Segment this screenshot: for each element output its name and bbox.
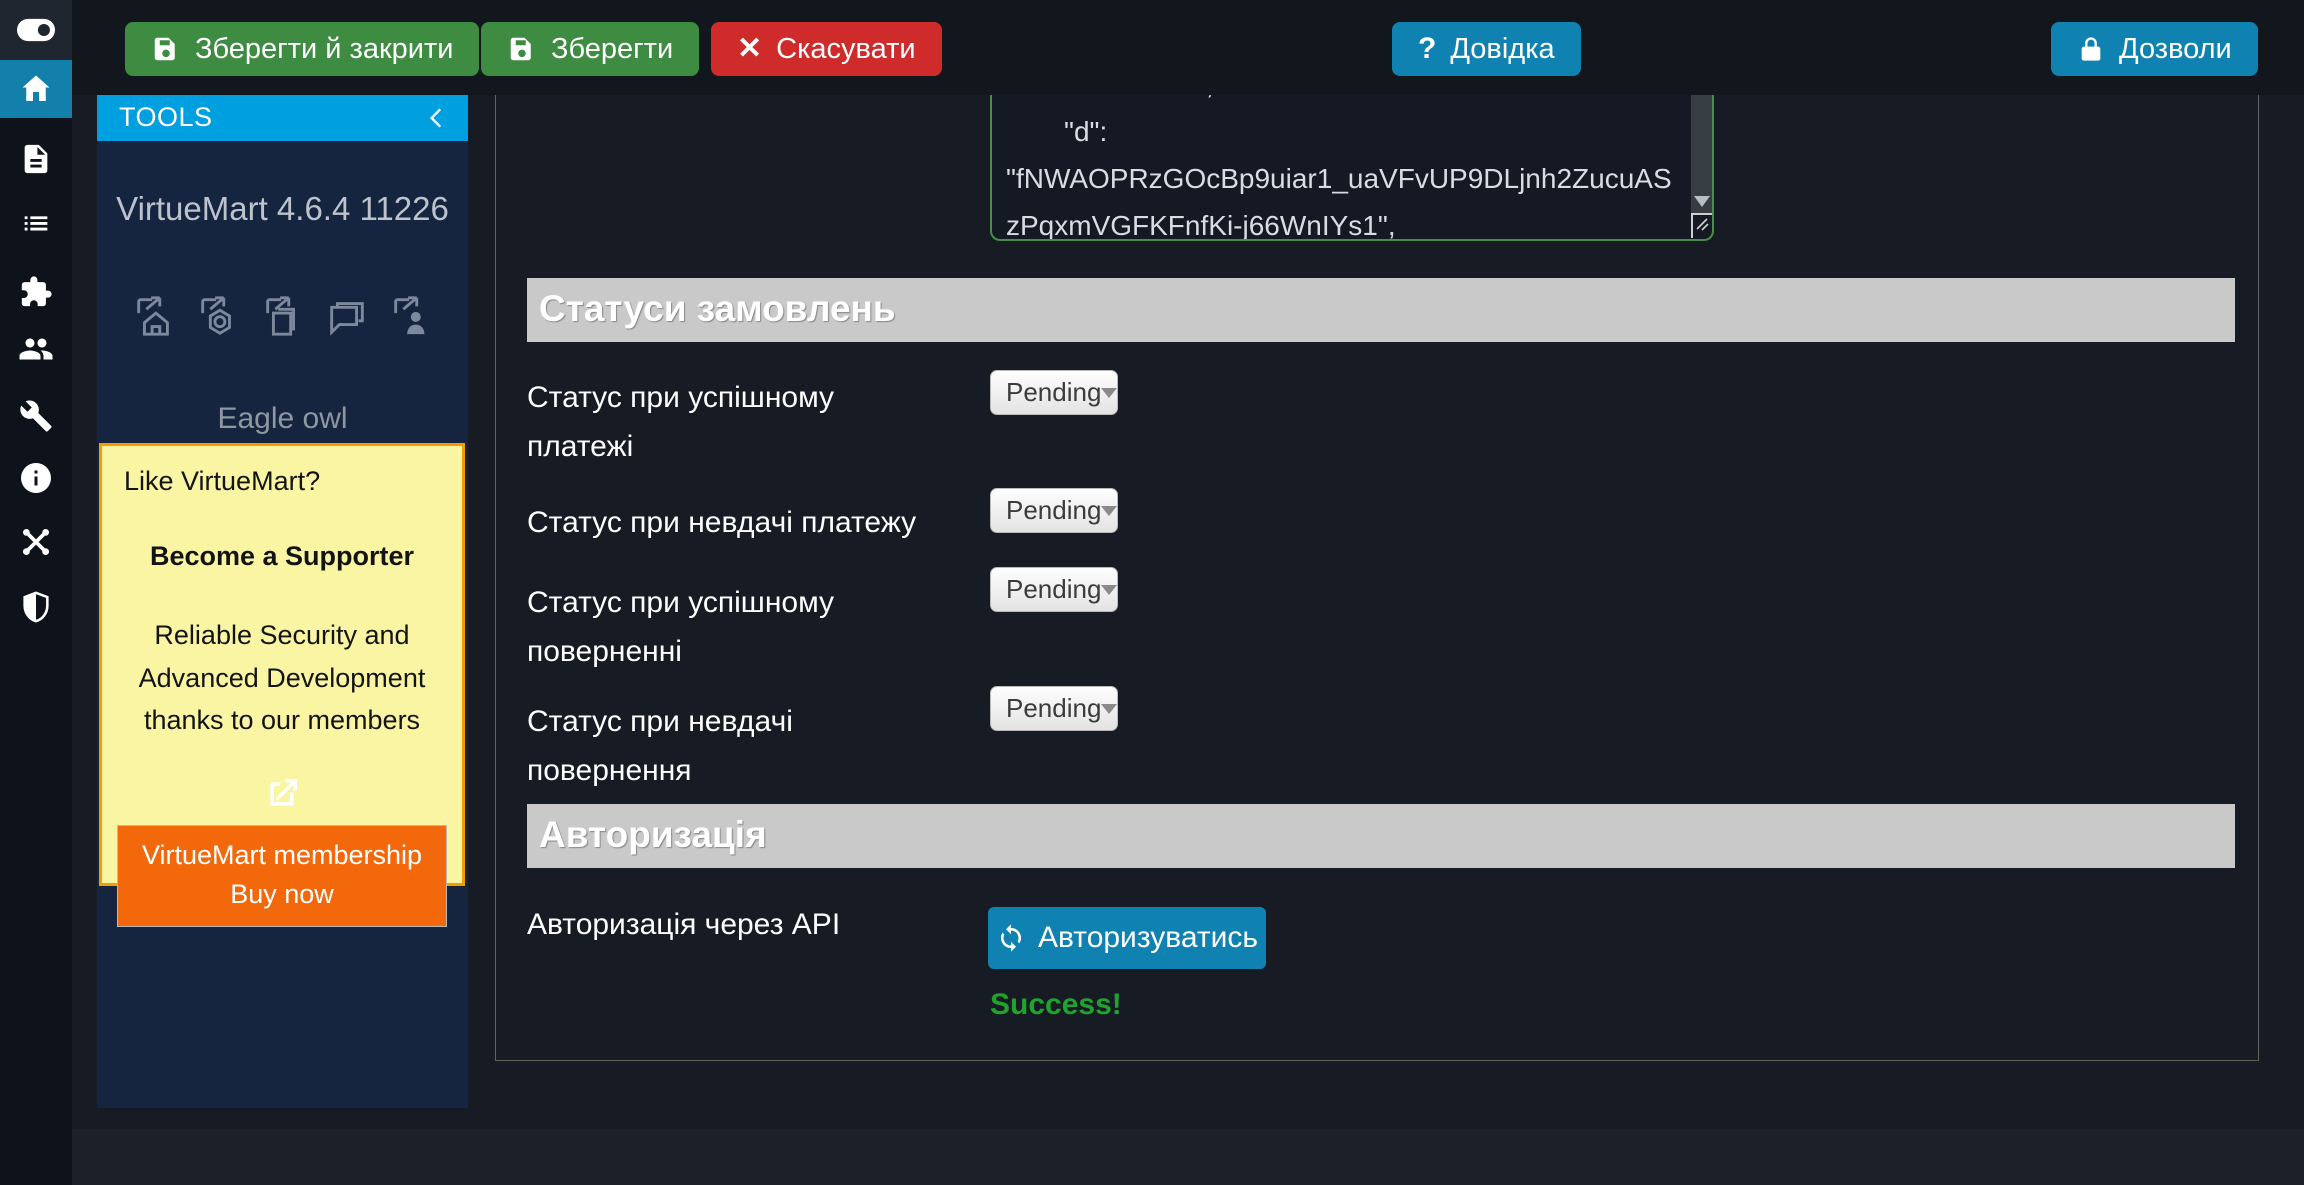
- forum-bubbles-icon[interactable]: [324, 292, 370, 338]
- dropdown-value: Pending: [991, 693, 1101, 724]
- chevron-down-icon: [1101, 704, 1117, 714]
- sidebar-item-tools[interactable]: [0, 393, 72, 439]
- shield-icon: [19, 590, 53, 624]
- home-icon: [18, 71, 54, 107]
- field-label-success-refund: Статус при успішномуповерненні: [527, 578, 982, 676]
- save-and-close-label: Зберегти й закрити: [195, 33, 453, 66]
- sidebar-item-extensions[interactable]: [0, 269, 72, 315]
- sidebar-item-documents[interactable]: [0, 136, 72, 182]
- field-label-failed-refund: Статус при невдачіповернення: [527, 697, 982, 795]
- textarea-resize-grip[interactable]: [1691, 213, 1712, 238]
- status-dropdown-success-payment[interactable]: Pending: [990, 370, 1118, 415]
- sidebar-item-joomla[interactable]: [0, 519, 72, 565]
- tools-panel-header[interactable]: TOOLS: [97, 94, 468, 141]
- list-icon: [19, 205, 53, 239]
- wrench-icon: [19, 399, 53, 433]
- authorize-label: Авторизуватись: [1038, 921, 1258, 955]
- auth-success-status: Success!: [990, 988, 1122, 1022]
- toggle-icon: [17, 11, 55, 49]
- textarea-scrollbar[interactable]: [1691, 95, 1712, 213]
- field-label-success-payment: Статус при успішномуплатежі: [527, 373, 982, 471]
- membership-buy-line2: Buy now: [230, 879, 334, 909]
- cancel-label: Скасувати: [776, 33, 915, 66]
- refresh-icon: [996, 923, 1026, 953]
- config-external-link-icon[interactable]: [195, 292, 241, 338]
- membership-buy-line1: VirtueMart membership: [142, 840, 422, 870]
- joomla-icon: [19, 525, 53, 559]
- save-and-close-button[interactable]: Зберегти й закрити: [125, 22, 479, 76]
- dropdown-value: Pending: [991, 377, 1101, 408]
- document-icon: [19, 142, 53, 176]
- shop-external-link-icon[interactable]: [131, 292, 177, 338]
- puzzle-icon: [19, 275, 53, 309]
- info-icon: [18, 460, 54, 496]
- sidebar-item-security[interactable]: [0, 584, 72, 630]
- membership-buy-button[interactable]: VirtueMart membership Buy now: [117, 825, 447, 927]
- tools-panel-title: TOOLS: [119, 102, 213, 133]
- status-dropdown-failed-payment[interactable]: Pending: [990, 488, 1118, 533]
- shop-instance-name: Eagle owl: [97, 402, 468, 436]
- sidebar-item-lists[interactable]: [0, 199, 72, 245]
- left-icon-rail: [0, 0, 72, 1185]
- save-button[interactable]: Зберегти: [481, 22, 699, 76]
- chevron-left-icon[interactable]: [424, 105, 450, 131]
- supporter-heading: Become a Supporter: [102, 541, 462, 572]
- permissions-label: Дозволи: [2119, 33, 2232, 66]
- section-header-authorization: Авторизація: [527, 804, 2235, 868]
- docs-external-link-icon[interactable]: [260, 292, 306, 338]
- dropdown-value: Pending: [991, 495, 1101, 526]
- virtuemart-version: VirtueMart 4.6.4 11226: [97, 190, 468, 228]
- users-icon: [18, 331, 54, 367]
- menu-toggle-button[interactable]: [0, 0, 72, 60]
- dropdown-value: Pending: [991, 574, 1101, 605]
- chevron-down-icon: [1101, 585, 1117, 595]
- api-key-code: "…", "d": "fNWAOPRzGOcBp9uiar1_uaVFvUP9D…: [1006, 95, 1682, 241]
- supporter-body: Reliable Security and Advanced Developme…: [122, 614, 442, 742]
- footer-strip: [72, 1129, 2304, 1185]
- status-dropdown-success-refund[interactable]: Pending: [990, 567, 1118, 612]
- toolbar: Зберегти й закрити Зберегти ✕ Скасувати …: [72, 0, 2304, 95]
- permissions-button[interactable]: Дозволи: [2051, 22, 2258, 76]
- api-key-textarea[interactable]: "…", "d": "fNWAOPRzGOcBp9uiar1_uaVFvUP9D…: [990, 95, 1714, 241]
- help-button[interactable]: ? Довідка: [1392, 22, 1581, 76]
- question-icon: ?: [1418, 34, 1436, 64]
- save-label: Зберегти: [551, 33, 673, 66]
- save-icon: [151, 34, 181, 64]
- supporter-intro: Like VirtueMart?: [124, 466, 462, 497]
- account-external-link-icon[interactable]: [388, 292, 434, 338]
- close-icon: ✕: [737, 34, 762, 64]
- authorize-button[interactable]: Авторизуватись: [988, 907, 1266, 969]
- clipped-code-line: "…",: [1006, 95, 1682, 108]
- supporter-box: Like VirtueMart? Become a Supporter Reli…: [99, 443, 465, 886]
- scroll-down-icon[interactable]: [1694, 196, 1710, 207]
- status-dropdown-failed-refund[interactable]: Pending: [990, 686, 1118, 731]
- sidebar-item-users[interactable]: [0, 326, 72, 372]
- external-link-icon[interactable]: [102, 774, 462, 819]
- field-label-failed-payment: Статус при невдачі платежу: [527, 498, 982, 547]
- sidebar-item-info[interactable]: [0, 455, 72, 501]
- section-header-order-statuses: Статуси замовлень: [527, 278, 2235, 342]
- tools-shortcut-icons: [97, 292, 468, 338]
- cancel-button[interactable]: ✕ Скасувати: [711, 22, 942, 76]
- chevron-down-icon: [1101, 506, 1117, 516]
- tools-panel: TOOLS VirtueMart 4.6.4 11226 Eagle owl: [97, 94, 468, 1108]
- chevron-down-icon: [1101, 388, 1117, 398]
- sidebar-item-home-active[interactable]: [0, 60, 72, 118]
- code-line-d-key: "d":: [1006, 108, 1682, 155]
- code-line-d-value: "fNWAOPRzGOcBp9uiar1_uaVFvUP9DLjnh2ZucuA…: [1006, 155, 1682, 241]
- save-icon: [507, 34, 537, 64]
- lock-icon: [2077, 35, 2105, 63]
- help-label: Довідка: [1450, 33, 1554, 66]
